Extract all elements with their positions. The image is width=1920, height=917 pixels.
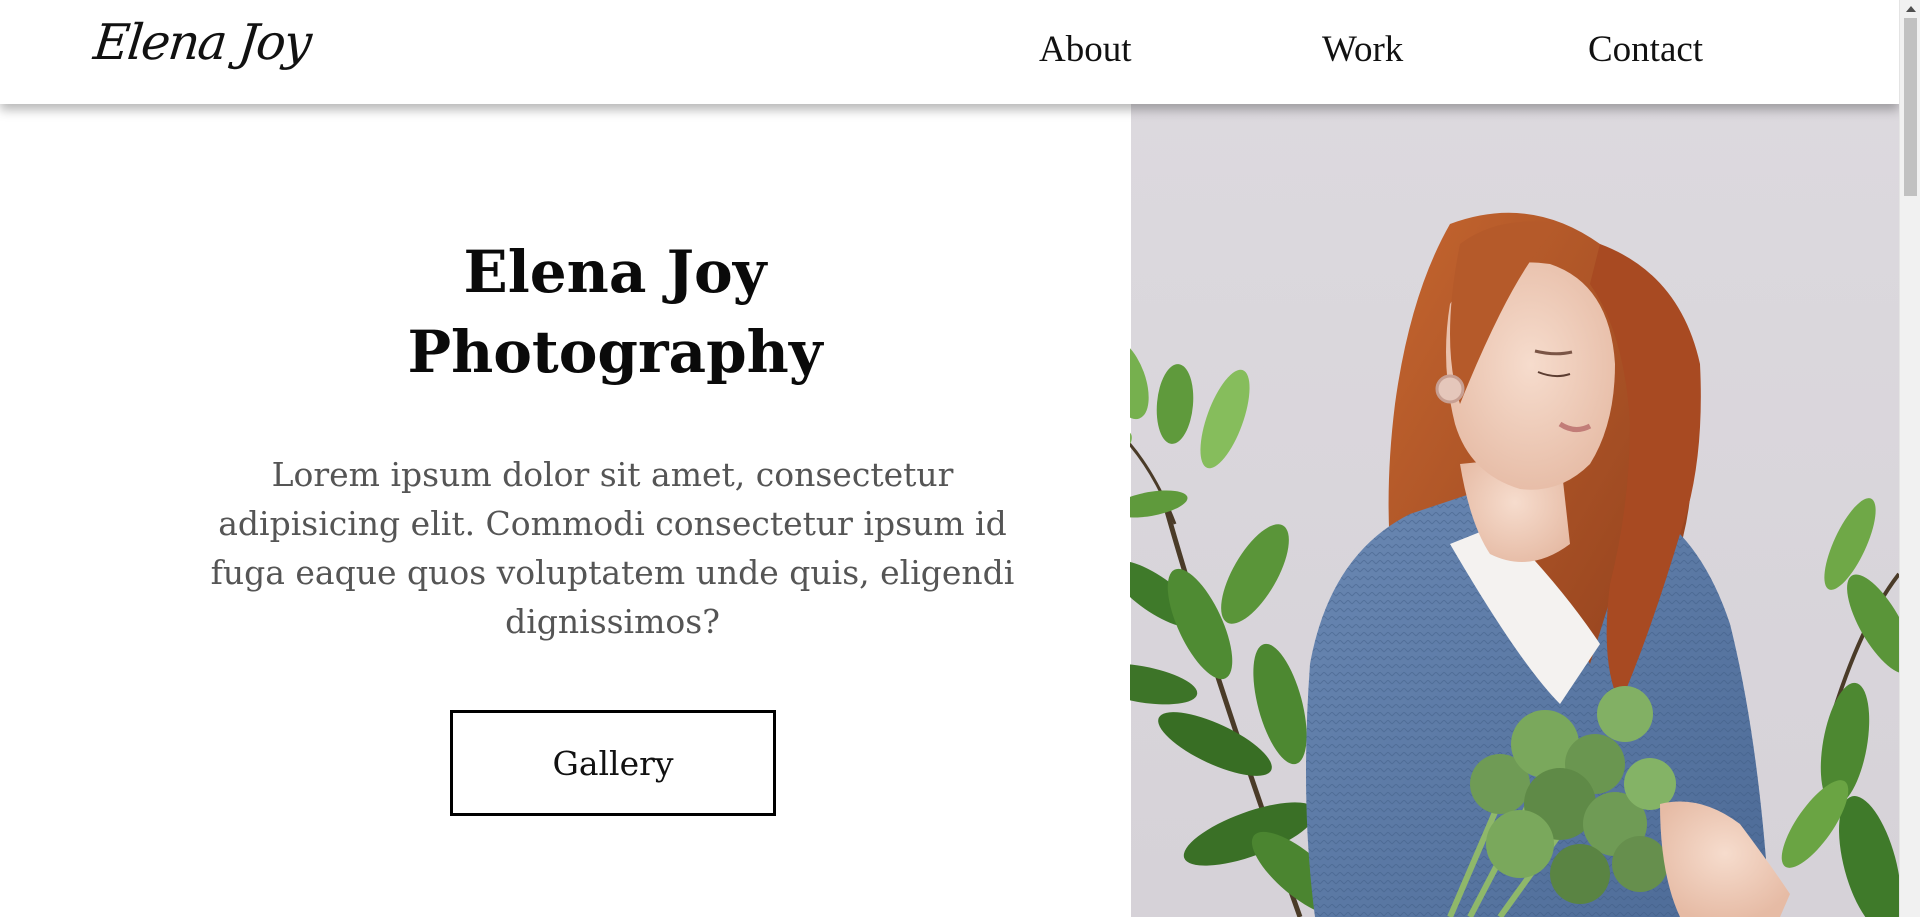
scroll-up-arrow-icon[interactable]: [1900, 0, 1920, 17]
site-header: Elena Joy About Work Contact: [0, 0, 1899, 104]
nav-link-about[interactable]: About: [1039, 28, 1132, 71]
hero-title-line2: Photography: [407, 318, 823, 386]
nav-link-contact[interactable]: Contact: [1588, 28, 1703, 71]
hand: [1660, 801, 1790, 917]
vertical-scrollbar[interactable]: [1899, 0, 1920, 917]
hair-back: [1388, 212, 1693, 744]
hero-title-line1: Elena Joy: [463, 238, 767, 306]
white-top: [1450, 524, 1600, 704]
nav-link-work[interactable]: Work: [1322, 28, 1403, 71]
face: [1446, 262, 1615, 490]
gallery-button[interactable]: Gallery: [450, 710, 776, 816]
hero-section: Elena Joy Photography Lorem ipsum dolor …: [0, 104, 1130, 917]
photo-backdrop: [1131, 104, 1899, 917]
plant-right: [1781, 498, 1899, 917]
hero-description: Lorem ipsum dolor sit amet, consectetur …: [210, 455, 1015, 641]
logo[interactable]: Elena Joy: [91, 14, 313, 71]
earring: [1435, 374, 1465, 404]
scroll-thumb[interactable]: [1904, 18, 1917, 196]
page: Elena Joy Photography Lorem ipsum dolor …: [0, 0, 1920, 917]
hero-title: Elena Joy Photography: [210, 232, 1020, 392]
bouquet: [1447, 686, 1676, 917]
hair-front: [1590, 244, 1701, 704]
sweater: [1306, 494, 1770, 917]
